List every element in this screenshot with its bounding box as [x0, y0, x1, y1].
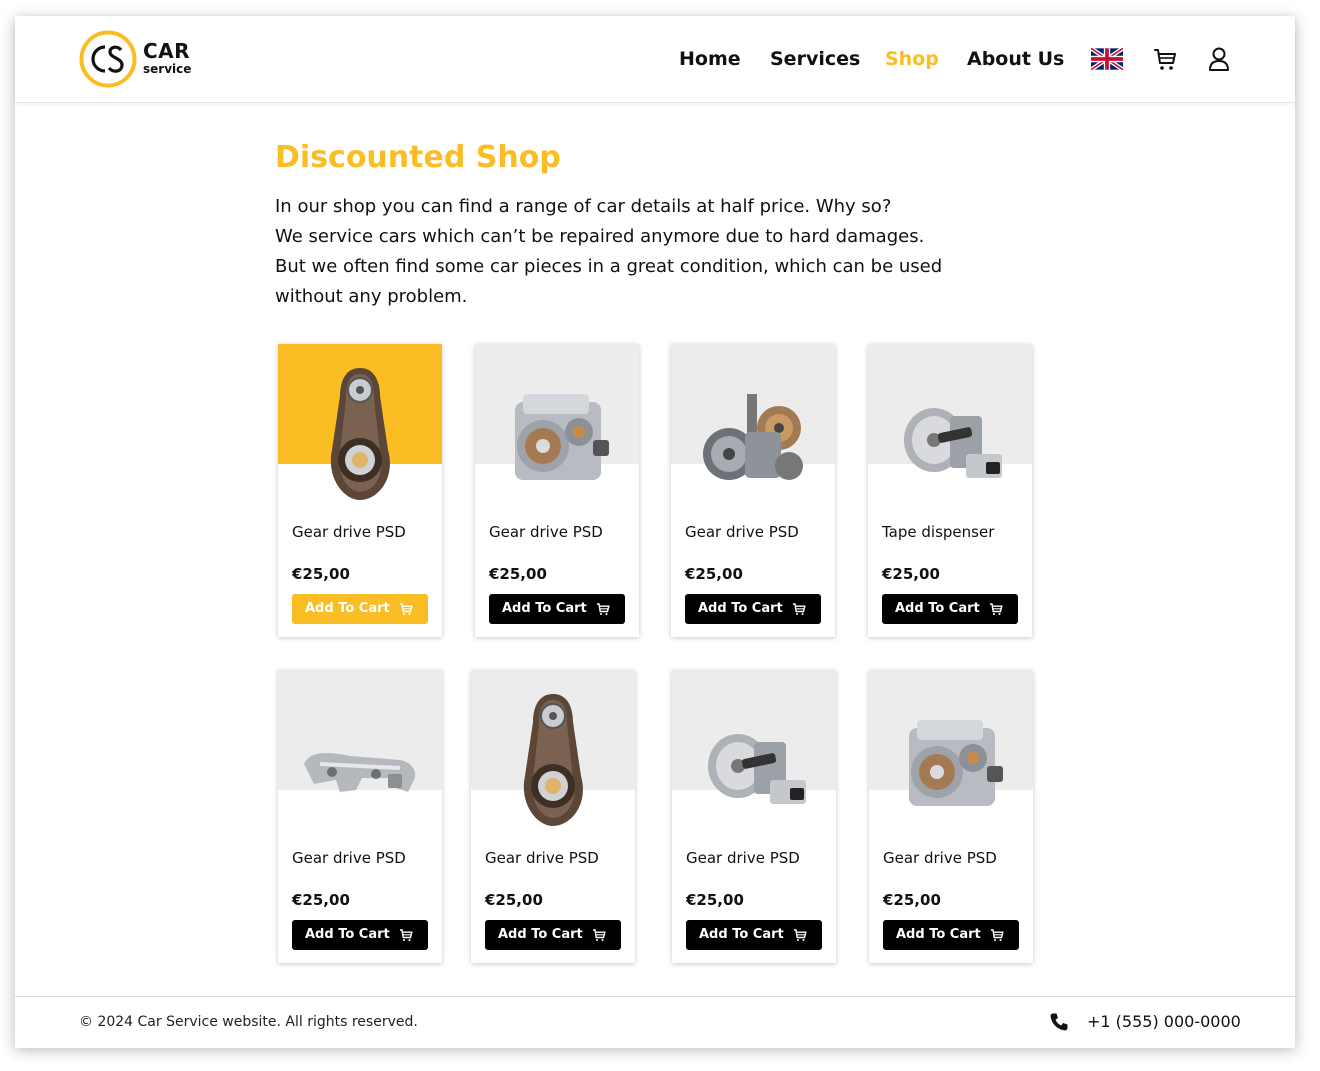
product-name: Tape dispenser: [882, 523, 995, 541]
product-card[interactable]: Gear drive PSD €25,00 Add To Cart: [671, 344, 835, 637]
cart-icon: [400, 603, 413, 615]
product-card[interactable]: Gear drive PSD €25,00 Add To Cart: [869, 670, 1033, 963]
cart-icon: [990, 603, 1003, 615]
add-to-cart-label: Add To Cart: [896, 927, 981, 942]
gear-drive-image: [515, 394, 609, 480]
product-name: Gear drive PSD: [685, 523, 799, 541]
add-to-cart-label: Add To Cart: [699, 927, 784, 942]
product-card[interactable]: Tape dispenser €25,00 Add To Cart: [868, 344, 1032, 637]
add-to-cart-label: Add To Cart: [698, 601, 783, 616]
intro-line: without any problem.: [275, 286, 468, 307]
winch-image: [904, 408, 1002, 478]
product-name: Gear drive PSD: [485, 849, 599, 867]
nav-shop[interactable]: Shop: [885, 46, 939, 72]
cart-icon: [593, 929, 606, 941]
add-to-cart-button[interactable]: Add To Cart: [685, 594, 821, 624]
product-price: €25,00: [882, 565, 940, 583]
product-price: €25,00: [292, 891, 350, 909]
gear-mechanism-image: [703, 394, 803, 480]
add-to-cart-button[interactable]: Add To Cart: [489, 594, 625, 624]
product-price: €25,00: [485, 891, 543, 909]
add-to-cart-button[interactable]: Add To Cart: [686, 920, 822, 950]
product-card[interactable]: Gear drive PSD €25,00 Add To Cart: [471, 670, 635, 963]
intro-text: In our shop you can find a range of car …: [275, 192, 1035, 312]
product-price: €25,00: [883, 891, 941, 909]
cart-icon: [597, 603, 610, 615]
product-price: €25,00: [685, 565, 743, 583]
intro-line: But we often find some car pieces in a g…: [275, 256, 943, 277]
tensioner-pulley-image: [330, 368, 390, 500]
page-title: Discounted Shop: [275, 140, 561, 175]
add-to-cart-button[interactable]: Add To Cart: [292, 920, 428, 950]
add-to-cart-label: Add To Cart: [305, 601, 390, 616]
product-name: Gear drive PSD: [883, 849, 997, 867]
product-name: Gear drive PSD: [292, 523, 406, 541]
intro-line: We service cars which can’t be repaired …: [275, 226, 925, 247]
site-footer: © 2024 Car Service website. All rights r…: [15, 996, 1295, 1048]
page: CAR service Home Services Shop About Us: [15, 16, 1295, 1048]
cart-icon: [794, 929, 807, 941]
add-to-cart-button[interactable]: Add To Cart: [882, 594, 1018, 624]
add-to-cart-label: Add To Cart: [305, 927, 390, 942]
add-to-cart-label: Add To Cart: [895, 601, 980, 616]
tensioner-pulley-image: [523, 694, 583, 826]
cart-icon: [991, 929, 1004, 941]
add-to-cart-button[interactable]: Add To Cart: [292, 594, 428, 624]
add-to-cart-label: Add To Cart: [498, 927, 583, 942]
uk-flag-icon[interactable]: [1091, 47, 1123, 71]
user-icon[interactable]: [1207, 46, 1231, 72]
winch-image: [708, 734, 806, 804]
product-price: €25,00: [686, 891, 744, 909]
cart-icon[interactable]: [1153, 46, 1177, 72]
phone-icon: [1050, 1013, 1068, 1031]
product-card[interactable]: Gear drive PSD €25,00 Add To Cart: [278, 344, 442, 637]
product-price: €25,00: [489, 565, 547, 583]
nav-home[interactable]: Home: [679, 46, 741, 72]
product-name: Gear drive PSD: [686, 849, 800, 867]
add-to-cart-label: Add To Cart: [502, 601, 587, 616]
intro-line: In our shop you can find a range of car …: [275, 196, 892, 217]
nav-services[interactable]: Services: [770, 46, 860, 72]
product-name: Gear drive PSD: [292, 849, 406, 867]
cart-icon: [400, 929, 413, 941]
add-to-cart-button[interactable]: Add To Cart: [485, 920, 621, 950]
gear-drive-image: [909, 720, 1003, 806]
product-card[interactable]: Gear drive PSD €25,00 Add To Cart: [278, 670, 442, 963]
phone-number[interactable]: +1 (555) 000-0000: [1087, 1011, 1241, 1033]
product-card[interactable]: Gear drive PSD €25,00 Add To Cart: [672, 670, 836, 963]
site-header: CAR service Home Services Shop About Us: [15, 16, 1295, 103]
nav-about-us[interactable]: About Us: [967, 46, 1064, 72]
product-name: Gear drive PSD: [489, 523, 603, 541]
cart-icon: [793, 603, 806, 615]
bracket-image: [304, 753, 416, 792]
product-card[interactable]: Gear drive PSD €25,00 Add To Cart: [475, 344, 639, 637]
product-price: €25,00: [292, 565, 350, 583]
copyright-text: © 2024 Car Service website. All rights r…: [79, 1014, 418, 1030]
add-to-cart-button[interactable]: Add To Cart: [883, 920, 1019, 950]
